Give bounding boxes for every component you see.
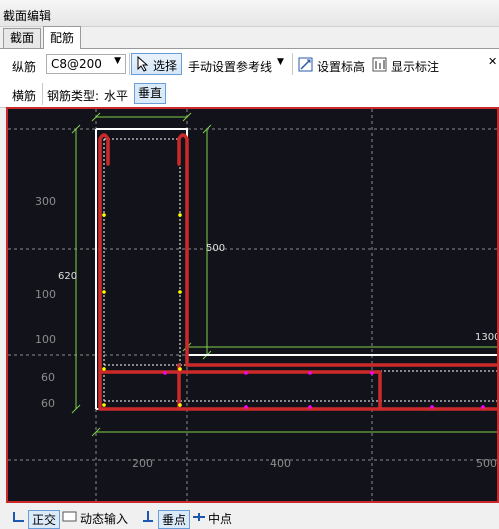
dim-100-lower: 100 (35, 333, 56, 346)
close-icon[interactable]: ✕ (488, 55, 497, 68)
window-title: 截面编辑 (3, 9, 52, 23)
toolbar-separator (292, 53, 293, 75)
manual-ref-line-button[interactable]: 手动设置参考线 (188, 58, 272, 75)
toolbar-separator (129, 53, 130, 75)
cover-lines (103, 138, 497, 402)
dim-100-upper: 100 (35, 288, 56, 301)
rebar-type-horizontal-option[interactable]: 水平 (104, 87, 128, 104)
dimension-values: 620 500 1300 (58, 243, 497, 343)
status-bar: 正交 动态输入 垂点 中点 (0, 503, 499, 529)
toolbar-main: 纵筋 C8@200 ▼ 选择 手动设置参考线 ▼ 设置标高 显示标注 ✕ (0, 49, 499, 81)
tab-reinforcement[interactable]: 配筋 (43, 26, 82, 49)
show-annotation-button[interactable]: 显示标注 (391, 58, 439, 75)
dimension-lines (71, 112, 497, 437)
dim-60-upper: 60 (41, 371, 55, 384)
chevron-down-icon[interactable]: ▼ (277, 57, 284, 67)
dim-620: 620 (58, 271, 77, 282)
annotation-icon (372, 57, 387, 72)
longitudinal-label: 纵筋 (12, 60, 37, 74)
chevron-down-icon[interactable]: ▼ (114, 56, 121, 66)
dim-1300: 1300 (475, 332, 497, 343)
dim-bottom-200: 200 (132, 457, 153, 470)
orthogonal-toggle[interactable]: 正交 (28, 510, 61, 529)
section-drawing: 300 100 100 60 60 200 400 500 620 500 13… (8, 109, 497, 501)
midpoint-icon (193, 513, 205, 521)
dim-500: 500 (206, 243, 225, 254)
section-drawing-canvas[interactable]: 300 100 100 60 60 200 400 500 620 500 13… (6, 107, 499, 503)
dim-300: 300 (35, 195, 56, 208)
toolbar-separator (42, 83, 43, 105)
transverse-label: 横筋 (12, 89, 37, 103)
concrete-outline (96, 128, 497, 410)
grid-lines (8, 109, 497, 501)
rebar-type-label: 钢筋类型: (47, 89, 100, 103)
set-elevation-button[interactable]: 设置标高 (317, 58, 365, 75)
select-button-label: 选择 (153, 59, 178, 73)
perpendicular-icon (143, 511, 153, 522)
elevation-icon (298, 57, 313, 72)
tab-strip: 截面 配筋 (0, 26, 499, 49)
cursor-arrow-icon (137, 56, 149, 72)
perpendicular-toggle[interactable]: 垂点 (158, 510, 191, 529)
rebar-spec-value: C8@200 (51, 57, 102, 71)
tab-section[interactable]: 截面 (3, 28, 42, 48)
dynamic-input-icon (62, 511, 77, 522)
orthogonal-icon (13, 512, 24, 522)
dim-bottom-400: 400 (270, 457, 291, 470)
toolbar-secondary: 横筋 钢筋类型: 水平 垂直 (0, 81, 499, 108)
rebar-lines (98, 133, 497, 411)
rebar-spec-combo[interactable]: C8@200 ▼ (46, 54, 126, 74)
rebar-endpoints (102, 213, 182, 407)
vertical-button[interactable]: 垂直 (134, 83, 166, 104)
select-button[interactable]: 选择 (131, 53, 182, 75)
rebar-nodes (163, 371, 485, 409)
dim-60-lower: 60 (41, 397, 55, 410)
window-titlebar: 截面编辑 (0, 0, 499, 27)
dim-bottom-500: 500 (476, 457, 497, 470)
